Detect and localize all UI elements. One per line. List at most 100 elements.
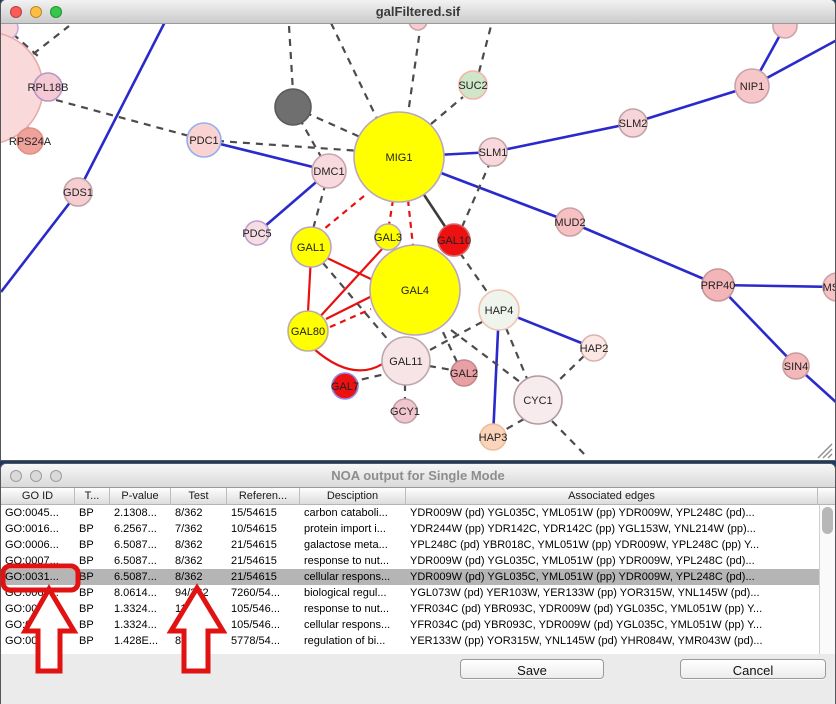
table-cell: 6.5087... [110,569,171,585]
table-cell: 8/362 [171,537,227,553]
zoom-button[interactable] [50,470,62,482]
table-cell: response to nut... [300,601,406,617]
network-edge [431,97,463,124]
column-header-t[interactable]: T... [75,488,110,505]
noa-output-window: NOA output for Single Mode GO IDT...P-va… [1,464,835,704]
node-label: HAP2 [580,343,609,355]
minimize-button[interactable] [30,6,42,18]
network-canvas[interactable]: RPL18BRPS24AGDS1PDC1DMC1MIG1SUC2SLM1SLM2… [1,24,835,460]
table-cell: BP [75,585,110,601]
node-label: RPL18B [28,82,69,94]
scrollbar-thumb[interactable] [822,507,833,534]
results-table: GO:0045...BP2.1308...8/36215/54615carbon… [1,505,819,654]
table-cell: 2.1308... [110,505,171,521]
table-cell: YFR034C (pd) YBR093C, YDR009W (pd) YGL03… [406,617,818,633]
table-cell: 1.3324... [110,617,171,633]
network-edge [493,123,633,152]
network-edge [331,24,381,127]
network-edge [442,330,457,362]
table-cell: 80/362 [171,633,227,649]
node-label: MSL1 [823,282,835,294]
table-cell: BP [75,601,110,617]
network-edge [503,419,524,431]
node-label: SLM1 [479,147,508,159]
node-label: GAL4 [401,285,429,297]
table-cell: GO:0065... [1,585,75,601]
node-label: HAP3 [479,432,508,444]
save-button[interactable]: Save [460,659,604,679]
vertical-scrollbar[interactable] [819,505,835,654]
window-controls [10,6,62,18]
table-row[interactable]: GO:0007...BP6.5087...8/36221/54615respon… [1,553,819,569]
column-header-go-id[interactable]: GO ID [1,488,75,505]
network-node[interactable] [275,89,311,125]
table-cell: YDR244W (pp) YDR142C, YDR142C (pp) YGL15… [406,521,818,537]
node-label: RPS24A [9,136,52,148]
network-edge [1,192,78,292]
table-row[interactable]: GO:0045...BP2.1308...8/36215/54615carbon… [1,505,819,521]
node-label: GAL3 [374,232,402,244]
table-cell: 6.5087... [110,553,171,569]
minimize-button[interactable] [30,470,42,482]
table-cell: GO:0031... [1,601,75,617]
network-edge [570,222,718,285]
network-edge [429,366,452,370]
node-label: CYC1 [523,395,552,407]
column-header-test[interactable]: Test [171,488,227,505]
column-header-associated-edges[interactable]: Associated edges [406,488,818,505]
table-cell: carbon cataboli... [300,505,406,521]
window-title: galFiltered.sif [376,4,461,19]
zoom-button[interactable] [50,6,62,18]
network-edge [552,421,588,458]
network-edge [389,200,393,225]
table-cell: galactose meta... [300,537,406,553]
table-cell: BP [75,553,110,569]
table-cell: 105/546... [227,617,300,633]
table-cell: YFR034C (pd) YBR093C, YDR009W (pd) YGL03… [406,601,818,617]
table-cell: 21/54615 [227,553,300,569]
network-window-titlebar[interactable]: galFiltered.sif [1,0,835,24]
table-cell: 7260/54... [227,585,300,601]
table-row[interactable]: GO:0050...BP1.428E...80/3625778/54...reg… [1,633,819,649]
close-button[interactable] [10,6,22,18]
network-edge [318,196,364,234]
node-label: HAP4 [485,305,514,317]
network-window: galFiltered.sif RPL18BRPS24AGDS1PDC1DMC1… [1,0,835,460]
node-label: SLM2 [619,118,648,130]
network-node[interactable] [773,24,797,38]
table-cell: 5778/54... [227,633,300,649]
table-row[interactable]: GO:0031...BP6.5087...8/36221/54615cellul… [1,569,819,585]
table-cell: protein import i... [300,521,406,537]
close-button[interactable] [10,470,22,482]
column-header-p-value[interactable]: P-value [110,488,171,505]
noa-window-titlebar[interactable]: NOA output for Single Mode [1,464,835,488]
column-header-desciption[interactable]: Desciption [300,488,406,505]
resize-grip[interactable] [817,443,833,459]
network-edge [325,257,375,281]
table-row[interactable]: GO:0031...BP1.3324...11/362105/546...res… [1,601,819,617]
table-cell: 94/362 [171,585,227,601]
cancel-button[interactable]: Cancel [680,659,826,679]
table-row[interactable]: GO:0016...BP6.2567...7/36210/54615protei… [1,521,819,537]
table-cell: BP [75,633,110,649]
node-label: PDC5 [242,228,271,240]
network-edge [408,24,421,114]
table-cell: 7/362 [171,521,227,537]
network-node[interactable] [409,24,427,30]
node-label: DMC1 [313,166,344,178]
network-edge [506,328,528,381]
table-header: GO IDT...P-valueTestReferen...Desciption… [1,488,835,505]
node-label: GAL7 [331,381,359,393]
table-cell: YPL248C (pd) YBR018C, YML051W (pp) YDR00… [406,537,818,553]
table-cell: 15/54615 [227,505,300,521]
network-edge [718,285,835,287]
table-cell: cellular respons... [300,569,406,585]
table-row[interactable]: GO:0065...BP8.0614...94/3627260/54...bio… [1,585,819,601]
node-label: MUD2 [554,217,585,229]
table-row[interactable]: GO:0031...BP1.3324...11/362105/546...cel… [1,617,819,633]
table-cell: YDR009W (pd) YGL035C, YML051W (pp) YDR00… [406,553,818,569]
table-cell: cellular respons... [300,617,406,633]
column-header-referen[interactable]: Referen... [227,488,300,505]
network-edge [204,140,329,171]
table-row[interactable]: GO:0006...BP6.5087...8/36221/54615galact… [1,537,819,553]
